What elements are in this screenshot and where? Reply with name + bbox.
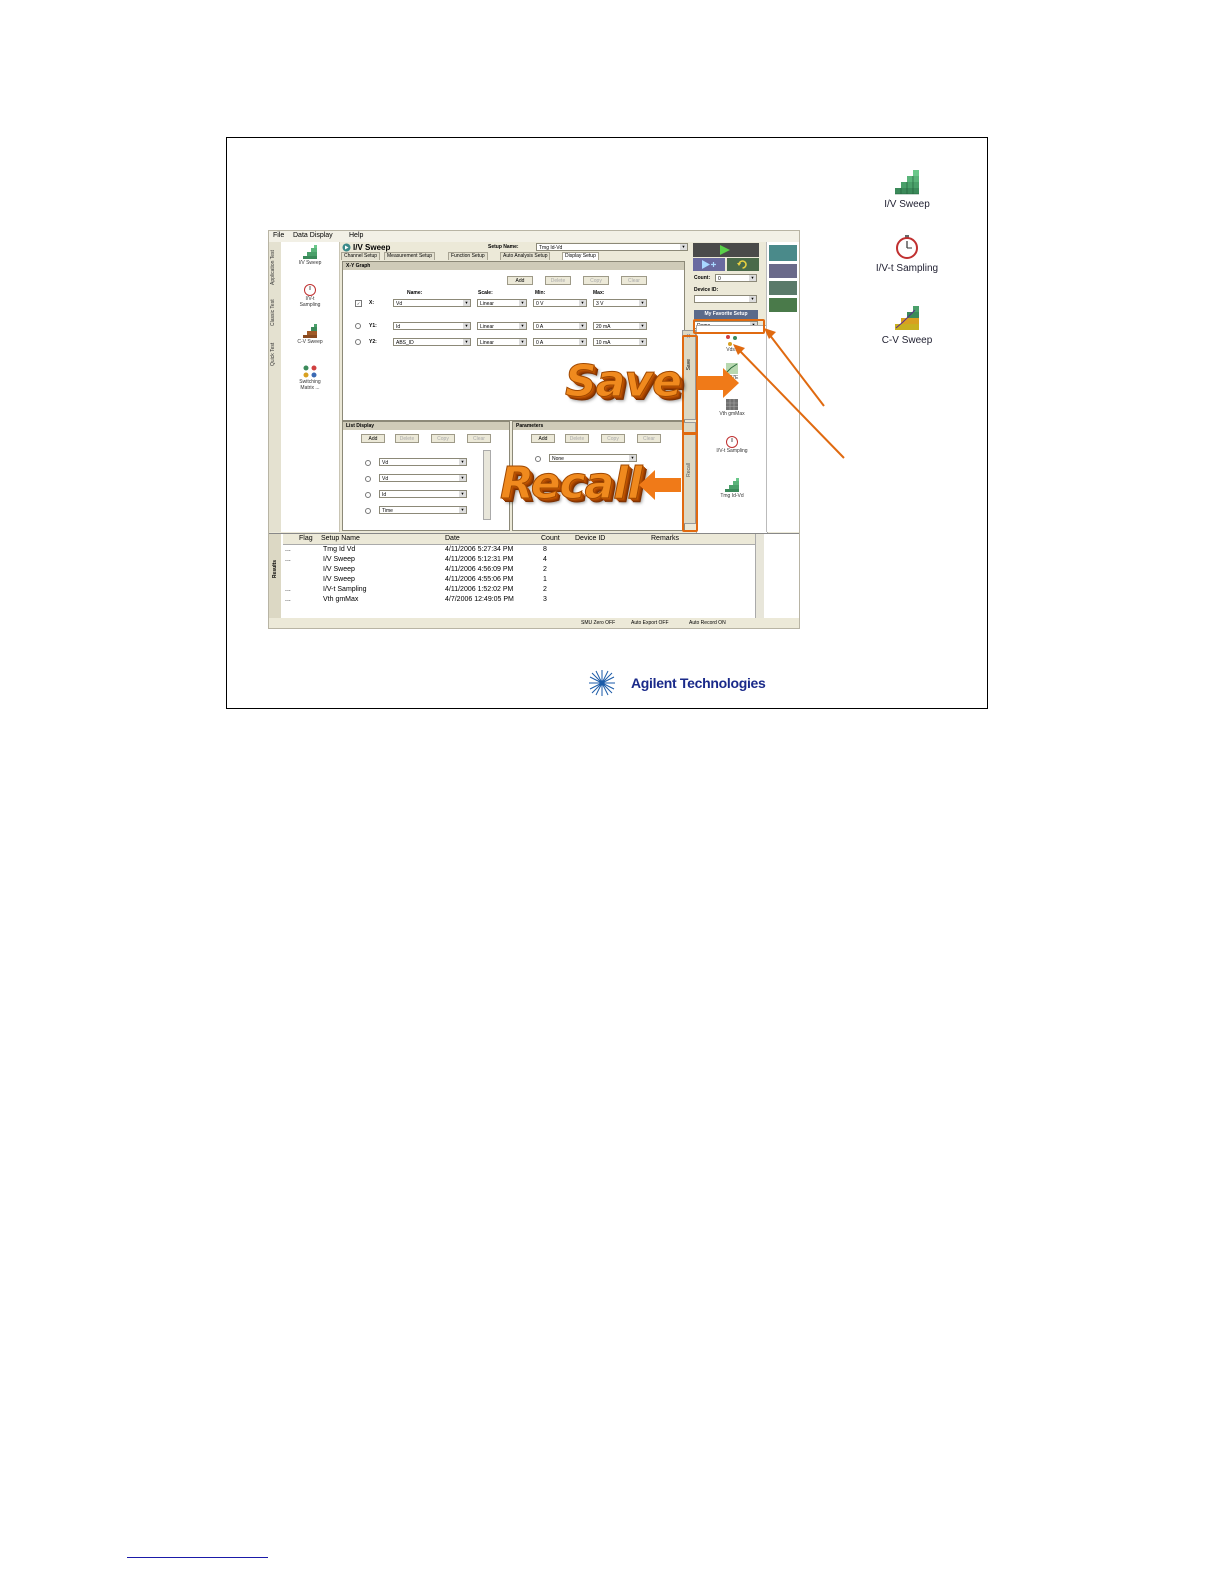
annotation-arrows (639, 328, 845, 500)
pointer-line (768, 333, 825, 407)
footer-divider (127, 1557, 268, 1558)
save-arrow-icon (697, 368, 739, 398)
recall-arrow-icon (639, 470, 681, 500)
slide-frame: I/V Sweep I/V-t Sampling C-V Sweep File … (226, 137, 988, 709)
agilent-logo: Agilent Technologies (587, 668, 787, 698)
pointer-arrowhead (764, 328, 776, 339)
brand-name: Agilent Technologies (631, 675, 766, 691)
pointer-line (738, 349, 845, 459)
agilent-spark-icon (589, 670, 615, 696)
